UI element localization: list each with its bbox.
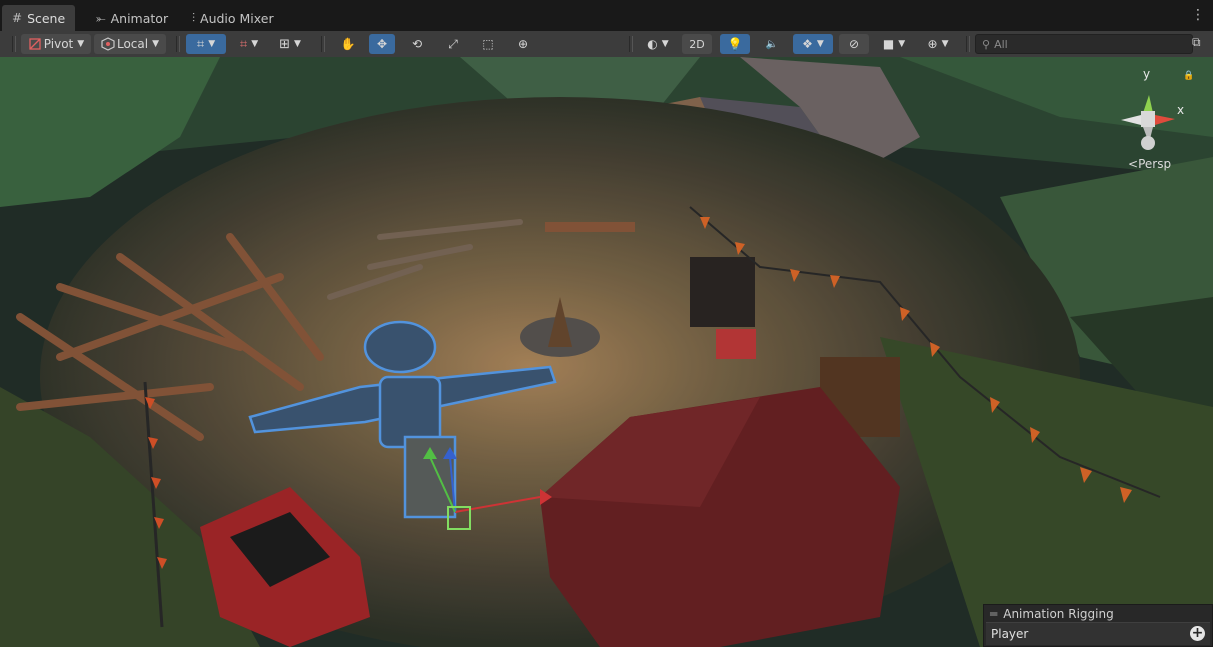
overlay-header[interactable]: ═ Animation Rigging xyxy=(984,605,1212,622)
scene-render xyxy=(0,57,1213,647)
add-icon[interactable]: + xyxy=(1190,626,1205,641)
camera-dropdown[interactable]: ■ ▼ xyxy=(875,34,913,54)
chevron-down-icon: ▼ xyxy=(77,39,85,49)
hand-tool-button[interactable]: ✋ xyxy=(338,34,358,54)
chevron-down-icon: ▼ xyxy=(941,39,949,49)
animation-rigging-overlay: ═ Animation Rigging Player + xyxy=(983,604,1213,647)
audio-mixer-icon: ⫶ xyxy=(192,10,196,25)
toolbar-grip xyxy=(12,36,16,52)
shading-mode-dropdown[interactable]: ◐ ▼ xyxy=(638,34,678,54)
scene-search-field[interactable]: ⚲ All xyxy=(975,34,1193,54)
scale-icon: ⤢ xyxy=(448,36,458,51)
tab-scene-label: Scene xyxy=(27,10,66,26)
gizmos-dropdown[interactable]: ⊕ ▼ xyxy=(918,34,958,54)
move-icon: ✥ xyxy=(376,37,388,51)
hand-icon: ✋ xyxy=(340,37,356,51)
grid-snap-icon: ⌗ xyxy=(196,36,205,52)
drag-handle-icon[interactable]: ═ xyxy=(990,607,997,621)
local-cube-icon xyxy=(101,37,115,51)
animator-icon: ⤜ xyxy=(96,10,106,25)
audio-toggle[interactable]: 🔈 xyxy=(757,34,787,54)
effects-dropdown[interactable]: ❖ ▼ xyxy=(793,34,833,54)
projection-label: Persp xyxy=(1138,157,1172,171)
align-icon: ⊞ xyxy=(279,36,290,52)
eye-slash-icon: ⊘ xyxy=(848,37,860,51)
chevron-down-icon: ▼ xyxy=(251,39,259,49)
chevron-down-icon: ▼ xyxy=(152,39,160,49)
chevron-down-icon: ▼ xyxy=(208,39,216,49)
chevron-down-icon: ▼ xyxy=(661,39,669,49)
align-button[interactable]: ⊞ ▼ xyxy=(270,34,310,54)
chevron-down-icon: ▼ xyxy=(816,39,824,49)
audio-icon: 🔈 xyxy=(765,38,779,50)
pivot-dropdown[interactable]: Pivot ▼ xyxy=(21,34,91,54)
camera-icon: ■ xyxy=(882,37,895,51)
rect-tool-button[interactable]: ⬚ xyxy=(475,34,501,54)
tab-scene[interactable]: # Scene xyxy=(2,5,76,31)
toolbar-separator xyxy=(321,36,325,52)
gizmo-center-cube xyxy=(1141,111,1155,127)
rotate-tool-button[interactable]: ⟲ xyxy=(404,34,430,54)
neg-x-axis-cone xyxy=(1121,115,1141,125)
perspective-icon: < xyxy=(1128,157,1139,171)
tab-animator-label: Animator xyxy=(110,10,169,26)
2d-label: 2D xyxy=(689,37,705,51)
shading-sphere-icon: ◐ xyxy=(647,37,658,51)
tab-animator[interactable]: ⤜ Animator xyxy=(86,5,178,31)
chevron-down-icon: ▼ xyxy=(898,39,906,49)
gizmo-x-label: x xyxy=(1177,103,1185,117)
transform-tool-button[interactable]: ⊕ xyxy=(510,34,536,54)
scene-toolbar: Pivot ▼ Local ▼ ⌗ ▼ ⌗ ▼ ⊞ ▼ ✋ ✥ ⟲ ⤢ ⬚ ⊕ … xyxy=(0,31,1213,58)
increment-snap-button[interactable]: ⌗ ▼ xyxy=(230,34,268,54)
lighting-toggle[interactable]: 💡 xyxy=(720,34,750,54)
rig-target-field[interactable]: Player + xyxy=(986,622,1210,645)
scene-visibility-toggle[interactable]: ⊘ xyxy=(839,34,869,54)
search-filter-icon[interactable]: ⧉ xyxy=(1192,35,1208,53)
pivot-label: Pivot xyxy=(43,37,74,51)
tab-audio-mixer[interactable]: ⫶ Audio Mixer xyxy=(182,5,284,31)
toolbar-separator xyxy=(176,36,180,52)
rotate-icon: ⟲ xyxy=(411,37,423,51)
x-axis-cone xyxy=(1155,115,1175,125)
gizmos-icon: ⊕ xyxy=(927,37,938,51)
scene-window: # Scene ⤜ Animator ⫶ Audio Mixer ⋮ Pivot… xyxy=(0,0,1213,647)
grid-icon: # xyxy=(12,11,23,25)
z-axis-cap xyxy=(1141,136,1155,150)
search-placeholder: All xyxy=(994,37,1008,51)
tab-bar: # Scene ⤜ Animator ⫶ Audio Mixer ⋮ xyxy=(0,0,1213,31)
toolbar-separator xyxy=(966,36,970,52)
2d-toggle[interactable]: 2D xyxy=(682,34,712,54)
scale-tool-button[interactable]: ⤢ xyxy=(440,34,466,54)
increment-snap-icon: ⌗ xyxy=(239,36,248,52)
pivot-icon xyxy=(29,38,41,50)
scene-viewport[interactable]: y x 🔒 <Persp xyxy=(0,57,1213,647)
local-dropdown[interactable]: Local ▼ xyxy=(94,34,166,54)
y-axis-cone xyxy=(1143,95,1153,113)
search-icon: ⚲ xyxy=(982,37,991,51)
transform-icon: ⊕ xyxy=(517,37,529,51)
lock-icon[interactable]: 🔒 xyxy=(1183,71,1194,81)
projection-toggle[interactable]: <Persp xyxy=(1128,157,1171,171)
more-options-icon[interactable]: ⋮ xyxy=(1191,8,1205,22)
tab-audio-mixer-label: Audio Mixer xyxy=(200,10,274,26)
light-bulb-icon: 💡 xyxy=(727,37,743,51)
toolbar-separator xyxy=(629,36,633,52)
overlay-title: Animation Rigging xyxy=(1003,606,1114,621)
local-label: Local xyxy=(116,37,149,51)
rig-target-value: Player xyxy=(991,627,1029,641)
effects-icon: ❖ xyxy=(802,37,813,51)
grid-snap-button[interactable]: ⌗ ▼ xyxy=(186,34,226,54)
move-tool-button[interactable]: ✥ xyxy=(369,34,395,54)
gizmo-y-label: y xyxy=(1143,67,1151,81)
rect-icon: ⬚ xyxy=(482,37,494,51)
chevron-down-icon: ▼ xyxy=(293,39,301,49)
